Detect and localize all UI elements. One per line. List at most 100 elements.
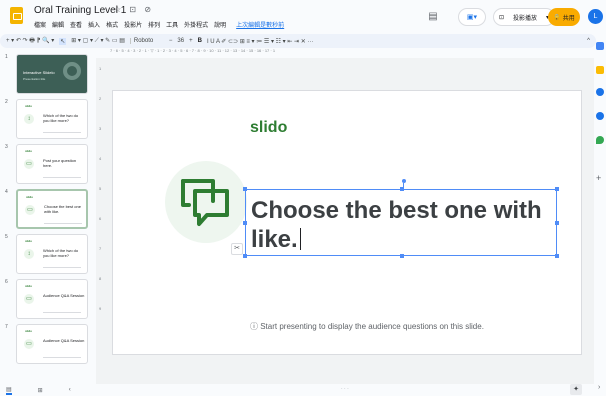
toolbar-left-tools[interactable]: + ▾ ↶ ↷ 🖶 ⁋ 🔍 ▾ <box>6 36 54 46</box>
ruler-tick-label: 5 <box>99 186 102 191</box>
slido-brand: slido <box>250 119 288 136</box>
slide-number: 4 <box>5 189 8 195</box>
select-tool[interactable]: ↖ <box>59 37 67 45</box>
bold-button[interactable]: B <box>198 38 202 44</box>
rotate-handle[interactable] <box>402 179 406 183</box>
slide-canvas[interactable]: slido ✂ Choose the best one with like. ⓘ… <box>112 90 582 355</box>
slide-number: 5 <box>5 234 8 240</box>
slide-thumbnail[interactable]: slido ▭ Audience Q&A Session <box>16 279 88 319</box>
thumb-brand: slido <box>26 195 34 199</box>
slides-logo-icon[interactable] <box>10 7 23 24</box>
font-size-decrease[interactable]: − <box>169 38 173 44</box>
menu-item[interactable]: 投影片 <box>124 20 142 32</box>
meet-button[interactable]: ▣▾ <box>458 8 486 26</box>
slide-number: 6 <box>5 279 8 285</box>
format-tools[interactable]: I U A ✐ ⊂⊃ ⊞ ≡ ▾ ≔ ☰ ▾ ☷ ▾ ⇤ ⇥ ✕ ··· <box>207 38 314 45</box>
avatar[interactable]: L <box>588 9 603 24</box>
video-call-icon: ▣▾ <box>466 14 478 21</box>
thumb-footer-line <box>43 132 81 133</box>
share-button[interactable]: 🔒 共用 <box>548 8 580 26</box>
resize-handle-s[interactable] <box>400 254 404 258</box>
thumb-footer-line <box>44 223 82 224</box>
menu-item[interactable]: 排列 <box>148 20 160 32</box>
collapse-toolbar-button[interactable]: ^ <box>587 38 590 44</box>
thumb-brand: slido <box>25 329 33 333</box>
horizontal-ruler[interactable]: 7 · 6 · 5 · 4 · 3 · 2 · 1 · ▽ · 1 · 2 · … <box>110 48 594 56</box>
chat-bubbles-icon <box>181 179 229 226</box>
star-move-status-icons[interactable]: ☆ ⊡ ⊘ <box>114 5 154 14</box>
lock-icon: 🔒 <box>553 14 561 21</box>
menu-item[interactable]: 工具 <box>166 20 178 32</box>
menu-item[interactable]: 編輯 <box>52 20 64 32</box>
slide-thumbnail[interactable]: slido ↕ Which of the two do you like more? <box>16 99 88 139</box>
font-size-input[interactable]: 36 <box>177 38 184 44</box>
collapse-filmstrip-icon[interactable]: ‹ <box>69 387 71 393</box>
ruler-tick-label: 1 <box>99 66 102 71</box>
present-label: 投影播放 <box>513 15 538 22</box>
menu-item[interactable]: 外掛程式 <box>184 20 208 32</box>
font-size-increase[interactable]: + <box>189 38 193 44</box>
share-label: 共用 <box>562 15 575 22</box>
slide-number: 7 <box>5 324 8 330</box>
ruler-tick-label: 3 <box>99 126 102 131</box>
menu-item[interactable]: 說明 <box>214 20 226 32</box>
insert-tools[interactable]: ⊞ ▾ ▢ ▾ ⟋ ▾ ✎ ▭ ▤ <box>71 37 125 45</box>
list-view-icon[interactable]: ▤ <box>6 386 12 395</box>
thumb-footer-line <box>43 357 81 358</box>
chat-icon: ▭ <box>25 205 35 215</box>
slide-thumbnail[interactable]: slido ▭ Post your question here. <box>16 144 88 184</box>
grid-view-icon[interactable]: ⊞ <box>38 387 43 394</box>
contacts-icon[interactable] <box>596 112 604 120</box>
speaker-notes-handle[interactable]: · · · <box>341 386 349 392</box>
menu-item[interactable]: 格式 <box>106 20 118 32</box>
ruler-tick-label: 8 <box>99 276 102 281</box>
rating-icon: ↕ <box>24 249 34 259</box>
last-edit-link[interactable]: 上次編輯是數秒前 <box>236 20 284 32</box>
paint-format-chip[interactable]: ✂ <box>231 243 243 255</box>
slide-thumbnail[interactable]: Interactive Slidelo Presentation title <box>16 54 88 94</box>
add-addon-icon[interactable]: + <box>596 174 604 183</box>
slide-thumbnail[interactable]: slido ▭ Choose the best one with like. <box>16 189 88 229</box>
slide-thumbnail[interactable]: slido ▭ Audience Q&A Session <box>16 324 88 364</box>
resize-handle-se[interactable] <box>555 254 559 258</box>
question-text[interactable]: Choose the best one with like. <box>251 196 551 254</box>
resize-handle-w[interactable] <box>243 221 247 225</box>
decor-circle-icon <box>63 62 81 80</box>
rating-icon: ↕ <box>24 114 34 124</box>
slide-thumbnail[interactable]: slido ↕ Which of the two do you like more? <box>16 234 88 274</box>
comment-icon[interactable]: ▤ <box>425 8 441 26</box>
ruler-tick-label: 2 <box>99 96 102 101</box>
resize-handle-ne[interactable] <box>555 187 559 191</box>
present-hint: ⓘ Start presenting to display the audien… <box>250 322 484 331</box>
resize-handle-sw[interactable] <box>243 254 247 258</box>
resize-handle-e[interactable] <box>555 221 559 225</box>
editor-bottom-bar: · · · ✦ <box>96 384 594 396</box>
tasks-icon[interactable] <box>596 88 604 96</box>
thumb-brand: slido <box>25 104 33 108</box>
maps-icon[interactable] <box>596 136 604 144</box>
thumb-question: Which of the two do you like more? <box>43 113 79 123</box>
resize-handle-n[interactable] <box>400 187 404 191</box>
document-title[interactable]: Oral Training Level 1 <box>34 5 126 16</box>
menu-item[interactable]: 插入 <box>88 20 100 32</box>
ruler-tick-label: 4 <box>99 156 102 161</box>
side-panel: + <box>594 36 606 396</box>
present-button[interactable]: ⊡ 投影播放 ▾ <box>493 8 555 26</box>
slide-number: 3 <box>5 144 8 150</box>
explore-icon[interactable]: ✦ <box>570 384 582 395</box>
chevron-right-icon[interactable]: › <box>598 384 600 391</box>
menu-item[interactable]: 檔案 <box>34 20 46 32</box>
thumb-question: Post your question here. <box>43 158 77 168</box>
menu-bar: 檔案 編輯 查看 插入 格式 投影片 排列 工具 外掛程式 說明 上次編輯是數秒前 <box>34 20 284 32</box>
calendar-icon[interactable] <box>596 42 604 50</box>
chat-icon: ▭ <box>24 294 34 304</box>
question-textbox[interactable]: Choose the best one with like. <box>243 179 559 258</box>
menu-item[interactable]: 查看 <box>70 20 82 32</box>
thumb-footer-line <box>43 177 81 178</box>
chat-icon-badge[interactable] <box>165 161 247 243</box>
vertical-ruler[interactable]: 1 2 3 4 5 6 7 8 9 <box>98 62 108 382</box>
resize-handle-nw[interactable] <box>243 187 247 191</box>
thumb-question: Which of the two do you like more? <box>43 248 79 258</box>
font-select[interactable]: Roboto <box>129 38 164 44</box>
keep-icon[interactable] <box>596 66 604 74</box>
